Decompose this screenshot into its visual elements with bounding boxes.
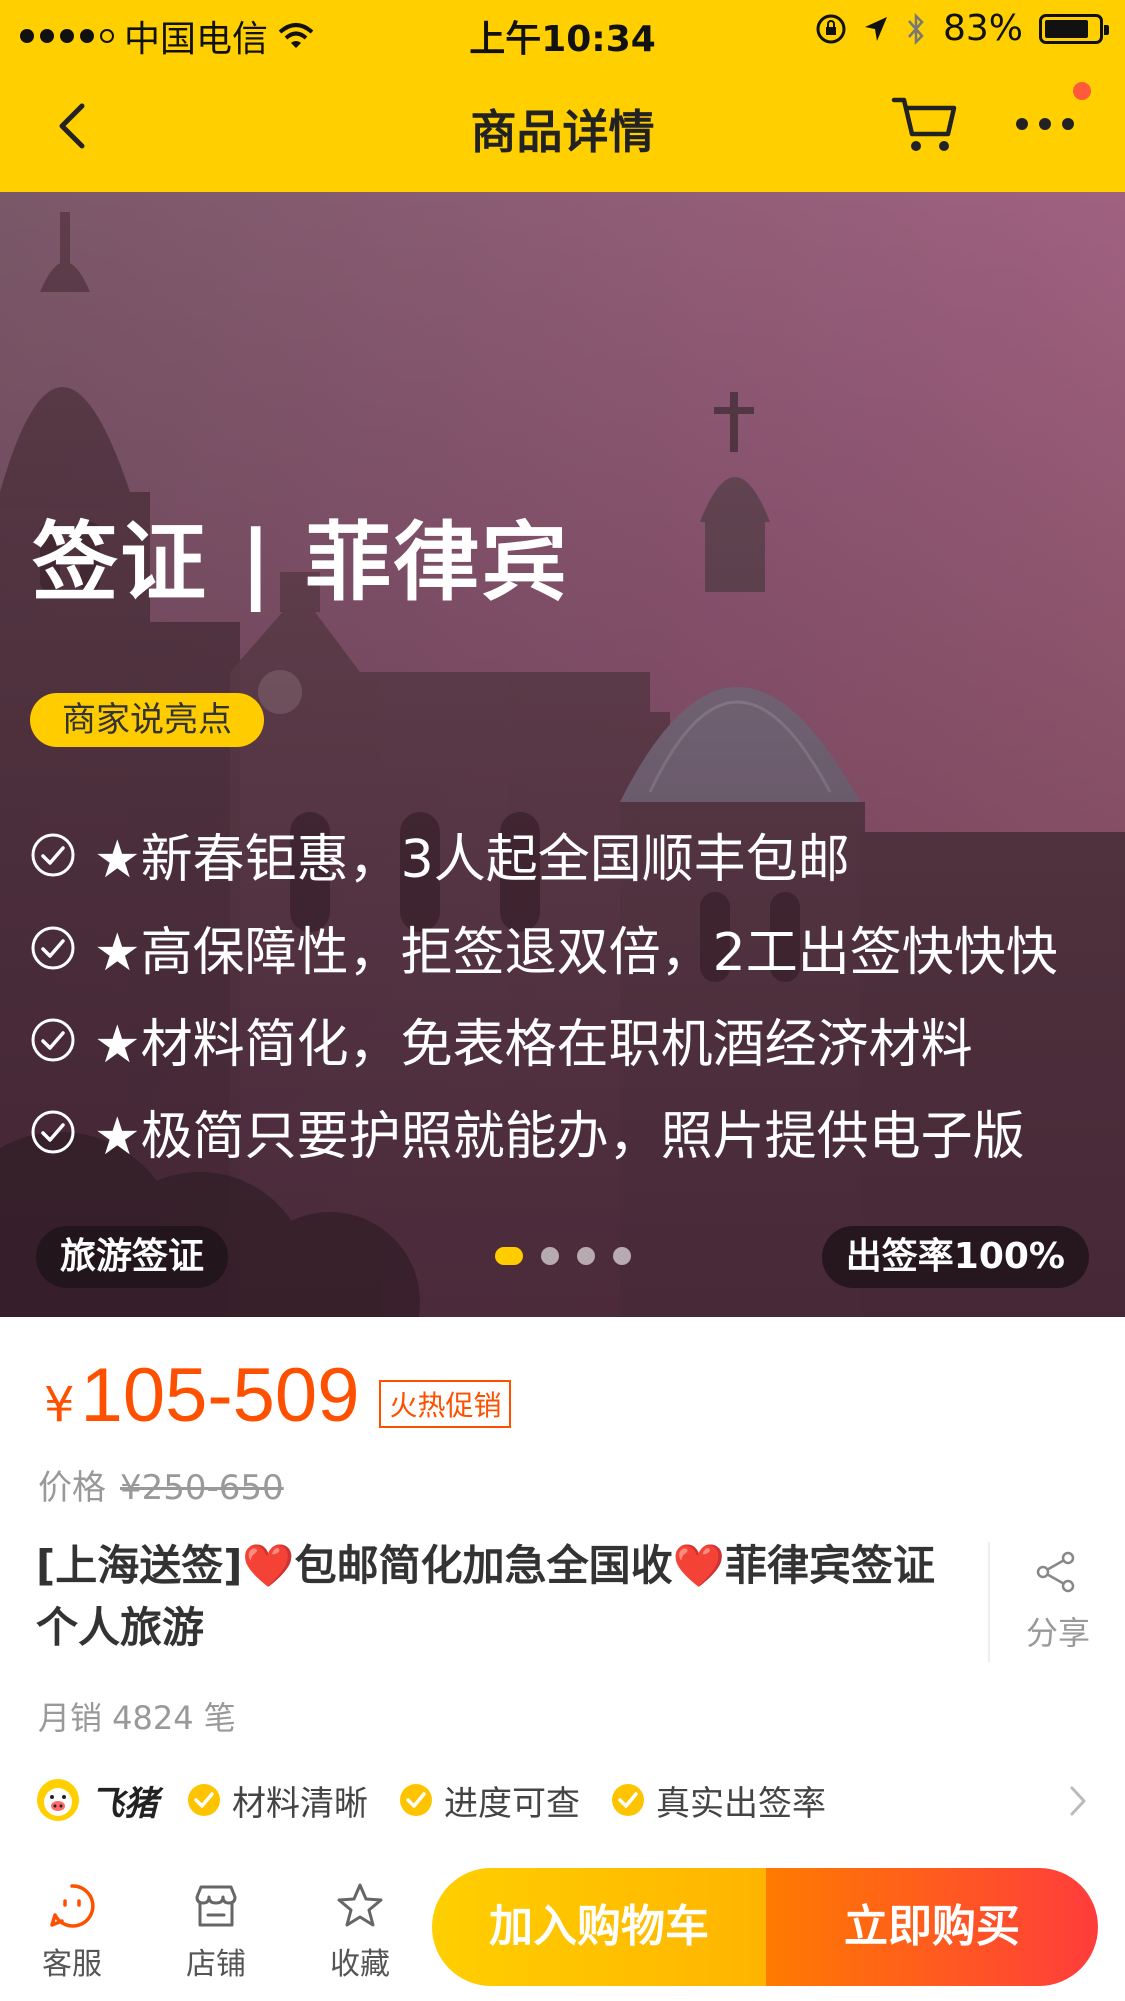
feature-text: ★极简只要护照就能办，照片提供电子版 bbox=[94, 1107, 1025, 1167]
store-icon bbox=[195, 1885, 237, 1927]
feature-text: ★新春钜惠，3人起全国顺丰包邮 bbox=[94, 830, 850, 890]
fliggy-pig-logo bbox=[37, 1779, 79, 1821]
visa-type-tag: 旅游签证 bbox=[36, 1226, 229, 1288]
monthly-sales: 月销 4824 笔 bbox=[38, 1699, 236, 1737]
notification-dot bbox=[1073, 82, 1091, 100]
highlight-badge: 商家说亮点 bbox=[30, 693, 264, 747]
battery-percent: 83% bbox=[942, 8, 1023, 49]
hero-title: 签证 | 菲律宾 bbox=[32, 513, 570, 613]
star-icon bbox=[337, 1883, 383, 1927]
check-circle-icon bbox=[31, 926, 75, 969]
share-button[interactable]: 分享 bbox=[988, 1542, 1108, 1662]
guarantee-row[interactable]: 飞猪 材料清晰 进度可查 真实出签率 bbox=[34, 1772, 1094, 1828]
chevron-right-icon[interactable] bbox=[1066, 1784, 1090, 1818]
yellow-check-icon bbox=[400, 1784, 432, 1816]
nav-bar: 商品详情 bbox=[0, 60, 1125, 192]
pager-dot[interactable] bbox=[577, 1247, 595, 1265]
favorite-button[interactable]: 收藏 bbox=[310, 1881, 410, 1983]
hero-banner[interactable]: 签证 | 菲律宾 商家说亮点 ★新春钜惠，3人起全国顺丰包邮 ★高保障性，拒签退… bbox=[0, 192, 1125, 1317]
buy-now-button[interactable]: 立即购买 bbox=[766, 1868, 1098, 1986]
check-circle-icon bbox=[31, 1110, 75, 1153]
store-button[interactable]: 店铺 bbox=[166, 1881, 266, 1983]
guarantee-label: 进度可查 bbox=[444, 1783, 580, 1824]
share-label: 分享 bbox=[1026, 1614, 1091, 1652]
tab-label: 收藏 bbox=[330, 1947, 390, 1982]
status-bar: 中国电信 上午10:34 83% bbox=[0, 0, 1125, 60]
original-price: ¥250-650 bbox=[120, 1468, 284, 1508]
battery-icon bbox=[1039, 13, 1109, 44]
customer-service-button[interactable]: 客服 bbox=[22, 1881, 122, 1983]
price-row: ¥ 105-509 火热促销 bbox=[44, 1352, 512, 1439]
more-icon[interactable] bbox=[1012, 104, 1078, 144]
original-price-row: 价格 ¥250-650 bbox=[38, 1460, 284, 1509]
rotation-lock-icon bbox=[816, 14, 846, 43]
check-circle-icon bbox=[31, 833, 75, 876]
bottom-action-bar: 客服 店铺 收藏 加入购物车 立即购买 bbox=[0, 1855, 1125, 2001]
check-circle-icon bbox=[31, 1018, 75, 1061]
brand-name: 飞猪 bbox=[90, 1783, 158, 1824]
share-icon bbox=[1036, 1551, 1075, 1593]
pager-dot[interactable] bbox=[541, 1247, 559, 1265]
yellow-check-icon bbox=[188, 1784, 220, 1816]
promo-tag: 火热促销 bbox=[379, 1379, 512, 1428]
feature-item: ★材料简化，免表格在职机酒经济材料 bbox=[30, 1002, 973, 1077]
feature-item: ★高保障性，拒签退双倍，2工出签快快快 bbox=[30, 910, 1058, 985]
feature-item: ★极简只要护照就能办，照片提供电子版 bbox=[30, 1094, 1025, 1169]
top-bar: 中国电信 上午10:34 83% 商品详情 bbox=[0, 0, 1125, 192]
approval-rate-tag: 出签率100% bbox=[821, 1226, 1089, 1288]
currency-symbol: ¥ bbox=[44, 1376, 75, 1433]
pager-dot-active[interactable] bbox=[495, 1247, 523, 1265]
original-price-label: 价格 bbox=[38, 1468, 106, 1508]
guarantee-label: 材料清晰 bbox=[232, 1783, 368, 1824]
pager-dot[interactable] bbox=[613, 1247, 631, 1265]
tab-label: 店铺 bbox=[186, 1947, 246, 1982]
bluetooth-icon bbox=[908, 12, 924, 45]
guarantee-item: 材料清晰 bbox=[186, 1776, 368, 1825]
guarantee-label: 真实出签率 bbox=[656, 1783, 826, 1824]
feature-text: ★高保障性，拒签退双倍，2工出签快快快 bbox=[94, 923, 1058, 983]
cart-icon[interactable] bbox=[890, 90, 960, 156]
feature-item: ★新春钜惠，3人起全国顺丰包邮 bbox=[30, 817, 850, 892]
customer-service-icon bbox=[50, 1884, 95, 1928]
yellow-check-icon bbox=[612, 1784, 644, 1816]
guarantee-item: 进度可查 bbox=[398, 1776, 580, 1825]
tab-label: 客服 bbox=[42, 1947, 102, 1982]
guarantee-item: 真实出签率 bbox=[610, 1776, 826, 1825]
fliggy-brand: 飞猪 bbox=[34, 1776, 158, 1825]
product-title: [上海送签]❤️包邮简化加急全国收❤️菲律宾签证个人旅游 bbox=[36, 1541, 935, 1652]
carousel-pager[interactable] bbox=[495, 1247, 631, 1265]
feature-text: ★材料简化，免表格在职机酒经济材料 bbox=[94, 1015, 973, 1075]
add-to-cart-button[interactable]: 加入购物车 bbox=[432, 1868, 766, 1986]
price-range: 105-509 bbox=[80, 1353, 360, 1438]
location-icon bbox=[864, 16, 887, 41]
